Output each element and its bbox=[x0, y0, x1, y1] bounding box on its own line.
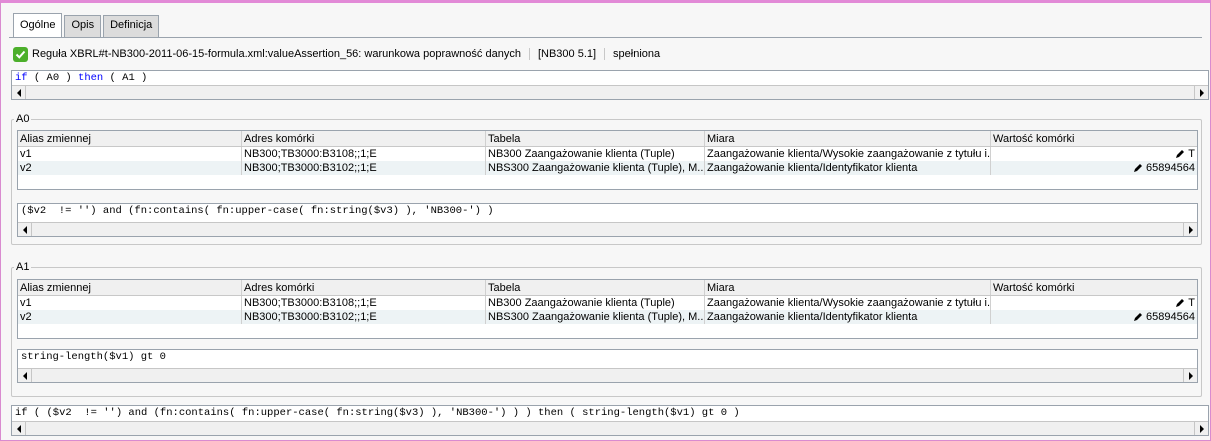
table-cell: NBS300 Zaangażowanie klienta (Tuple), M.… bbox=[488, 310, 705, 324]
table-cell: NB300 Zaangażowanie klienta (Tuple) bbox=[486, 147, 705, 161]
tab-ogolne[interactable]: Ogólne bbox=[13, 13, 63, 37]
table-cell: NB300 Zaangażowanie klienta (Tuple) bbox=[486, 296, 705, 310]
value-cell: 65894564 bbox=[991, 310, 1197, 324]
column-header[interactable]: Adres komórki bbox=[242, 131, 486, 146]
alias-cell: v2 bbox=[18, 161, 242, 175]
horizontal-scrollbar[interactable] bbox=[18, 222, 1197, 236]
address-cell: NB300;TB3000:B3108;;1;E bbox=[242, 296, 486, 310]
arrow-right-icon[interactable] bbox=[1183, 369, 1197, 382]
table-header: Alias zmiennej Adres komórki Tabela Miar… bbox=[18, 131, 1197, 147]
horizontal-scrollbar[interactable] bbox=[18, 368, 1197, 382]
column-header[interactable]: Tabela bbox=[486, 280, 705, 295]
pencil-icon[interactable] bbox=[1175, 298, 1185, 308]
tab-opis[interactable]: Opis bbox=[64, 15, 102, 37]
arrow-right-icon[interactable] bbox=[1183, 223, 1197, 236]
separator bbox=[528, 48, 530, 60]
value-cell: T bbox=[991, 147, 1197, 161]
top-expression-box[interactable]: if ( A0 ) then ( A1 ) bbox=[11, 70, 1209, 100]
arrow-left-icon[interactable] bbox=[12, 86, 26, 99]
rule-name: Reguła XBRL#t-NB300-2011-06-15-formula.x… bbox=[32, 48, 521, 60]
condition-text: ( A0 ) bbox=[27, 72, 79, 84]
value-cell: T bbox=[991, 296, 1197, 310]
table-row[interactable]: v1 NB300;TB3000:B3108;;1;E NB300 Zaangaż… bbox=[18, 147, 1197, 161]
pencil-icon[interactable] bbox=[1175, 149, 1185, 159]
tab-bar: Ogólne Opis Definicja bbox=[13, 13, 161, 37]
measure-cell: Zaangażowanie klienta/Identyfikator klie… bbox=[705, 310, 991, 324]
arrow-right-icon[interactable] bbox=[1194, 422, 1208, 435]
rule-status-line: Reguła XBRL#t-NB300-2011-06-15-formula.x… bbox=[13, 45, 660, 63]
window-frame: Ogólne Opis Definicja Reguła XBRL#t-NB30… bbox=[0, 0, 1211, 441]
expression-line: ($v2 != '') and (fn:contains( fn:upper-c… bbox=[21, 205, 494, 217]
top-expression-line: if ( A0 ) then ( A1 ) bbox=[12, 71, 1208, 85]
address-cell: NB300;TB3000:B3102;;1;E bbox=[242, 310, 486, 324]
address-cell: NB300;TB3000:B3108;;1;E bbox=[242, 147, 486, 161]
full-expression-box[interactable]: if ( ($v2 != '') and (fn:contains( fn:up… bbox=[11, 405, 1209, 436]
table-header: Alias zmiennej Adres komórki Tabela Miar… bbox=[18, 280, 1197, 296]
table-row[interactable]: v1 NB300;TB3000:B3108;;1;E NB300 Zaangaż… bbox=[18, 296, 1197, 310]
full-expression-line: if ( ($v2 != '') and (fn:contains( fn:up… bbox=[15, 407, 740, 419]
cell-value: T bbox=[1188, 297, 1195, 309]
column-header[interactable]: Alias zmiennej bbox=[18, 280, 242, 295]
column-header[interactable]: Tabela bbox=[486, 131, 705, 146]
group-title: A1 bbox=[14, 261, 32, 273]
arrow-left-icon[interactable] bbox=[12, 422, 26, 435]
group-title: A0 bbox=[14, 113, 32, 125]
column-header[interactable]: Miara bbox=[705, 280, 991, 295]
column-header[interactable]: Adres komórki bbox=[242, 280, 486, 295]
measure-cell: Zaangażowanie klienta/Wysokie zaangażowa… bbox=[707, 296, 991, 310]
cell-value: 65894564 bbox=[1146, 311, 1195, 323]
alias-cell: v2 bbox=[18, 310, 242, 324]
horizontal-scrollbar[interactable] bbox=[12, 421, 1208, 435]
expression-box-a1[interactable]: string-length($v1) gt 0 bbox=[17, 349, 1198, 383]
column-header[interactable]: Wartość komórki bbox=[991, 280, 1197, 295]
alias-cell: v1 bbox=[18, 147, 242, 161]
table-row[interactable]: v2 NB300;TB3000:B3102;;1;E NBS300 Zaanga… bbox=[18, 161, 1197, 175]
column-header[interactable]: Wartość komórki bbox=[991, 131, 1197, 146]
expression-line: string-length($v1) gt 0 bbox=[21, 351, 166, 363]
separator bbox=[604, 48, 606, 60]
horizontal-scrollbar[interactable] bbox=[12, 85, 1208, 99]
variables-table-a0: Alias zmiennej Adres komórki Tabela Miar… bbox=[17, 130, 1198, 190]
column-header[interactable]: Alias zmiennej bbox=[18, 131, 242, 146]
table-row[interactable]: v2 NB300;TB3000:B3102;;1;E NBS300 Zaanga… bbox=[18, 310, 1197, 324]
value-cell: 65894564 bbox=[991, 161, 1197, 175]
tab-definicja[interactable]: Definicja bbox=[103, 15, 160, 37]
check-icon bbox=[13, 46, 28, 62]
cell-value: 65894564 bbox=[1146, 162, 1195, 174]
address-cell: NB300;TB3000:B3102;;1;E bbox=[242, 161, 486, 175]
measure-cell: Zaangażowanie klienta/Wysokie zaangażowa… bbox=[707, 147, 991, 161]
table-cell: NBS300 Zaangażowanie klienta (Tuple), M.… bbox=[488, 161, 705, 175]
consequence-text: ( A1 ) bbox=[103, 72, 148, 84]
measure-cell: Zaangażowanie klienta/Identyfikator klie… bbox=[705, 161, 991, 175]
pencil-icon[interactable] bbox=[1133, 312, 1143, 322]
keyword-if: if bbox=[15, 72, 28, 84]
arrow-left-icon[interactable] bbox=[18, 223, 32, 236]
alias-cell: v1 bbox=[18, 296, 242, 310]
rule-version: [NB300 5.1] bbox=[537, 48, 597, 60]
column-header[interactable]: Miara bbox=[705, 131, 991, 146]
tab-panel-border bbox=[9, 37, 1202, 38]
arrow-right-icon[interactable] bbox=[1194, 86, 1208, 99]
rule-result: spełniona bbox=[613, 48, 661, 60]
keyword-then: then bbox=[78, 72, 104, 84]
arrow-left-icon[interactable] bbox=[18, 369, 32, 382]
pencil-icon[interactable] bbox=[1133, 163, 1143, 173]
variables-table-a1: Alias zmiennej Adres komórki Tabela Miar… bbox=[17, 279, 1198, 339]
expression-box-a0[interactable]: ($v2 != '') and (fn:contains( fn:upper-c… bbox=[17, 203, 1198, 237]
cell-value: T bbox=[1188, 148, 1195, 160]
